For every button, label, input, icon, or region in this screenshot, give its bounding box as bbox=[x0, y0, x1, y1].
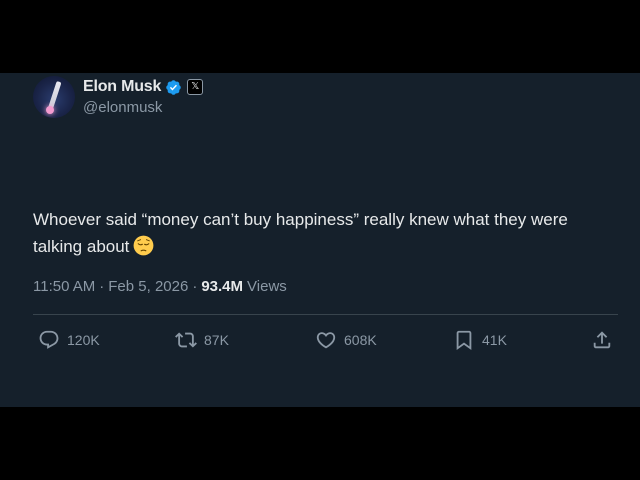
meta-separator-2: · bbox=[192, 277, 198, 295]
tweet-text-line-2-text: talking about bbox=[33, 237, 130, 256]
repost-count: 87K bbox=[204, 332, 229, 348]
tweet-header: Elon Musk 𝕏 @elonmusk bbox=[33, 75, 204, 119]
pensive-face-icon bbox=[133, 235, 154, 256]
tweet-text-line-2: talking about bbox=[33, 233, 623, 260]
x-affiliate-icon[interactable]: 𝕏 bbox=[187, 79, 204, 95]
bookmark-button[interactable]: 41K bbox=[453, 326, 507, 354]
heart-icon bbox=[316, 332, 336, 349]
meta-separator: · bbox=[99, 277, 105, 295]
tweet-text: Whoever said “money can’t buy happiness”… bbox=[33, 206, 623, 260]
name-row: Elon Musk 𝕏 bbox=[83, 76, 204, 98]
views-label: Views bbox=[247, 277, 287, 295]
author-names: Elon Musk 𝕏 @elonmusk bbox=[83, 76, 204, 118]
repost-icon bbox=[175, 332, 197, 348]
repost-button[interactable]: 87K bbox=[175, 326, 229, 354]
display-name[interactable]: Elon Musk bbox=[83, 78, 161, 96]
tweet-text-line-1: Whoever said “money can’t buy happiness”… bbox=[33, 210, 568, 229]
bookmark-icon bbox=[456, 330, 472, 351]
tweet-meta: 11:50 AM · Feb 5, 2026 · 93.4M Views bbox=[33, 276, 287, 296]
like-count: 608K bbox=[344, 332, 377, 348]
action-bar: 120K 87K 608K 41K bbox=[0, 326, 640, 354]
reply-button[interactable]: 120K bbox=[38, 326, 100, 354]
views-count[interactable]: 93.4M bbox=[201, 278, 243, 295]
reply-icon bbox=[39, 330, 59, 349]
tweet-time[interactable]: 11:50 AM bbox=[33, 278, 95, 295]
reply-count: 120K bbox=[67, 332, 100, 348]
verified-badge-icon[interactable] bbox=[165, 79, 182, 96]
share-button[interactable] bbox=[591, 326, 613, 354]
share-icon bbox=[593, 331, 611, 349]
handle[interactable]: @elonmusk bbox=[83, 98, 203, 118]
like-button[interactable]: 608K bbox=[315, 326, 377, 354]
tweet-date[interactable]: Feb 5, 2026 bbox=[108, 278, 188, 295]
avatar[interactable] bbox=[33, 76, 75, 118]
divider bbox=[33, 314, 618, 315]
flame-icon bbox=[46, 106, 54, 114]
bookmark-count: 41K bbox=[482, 332, 507, 348]
